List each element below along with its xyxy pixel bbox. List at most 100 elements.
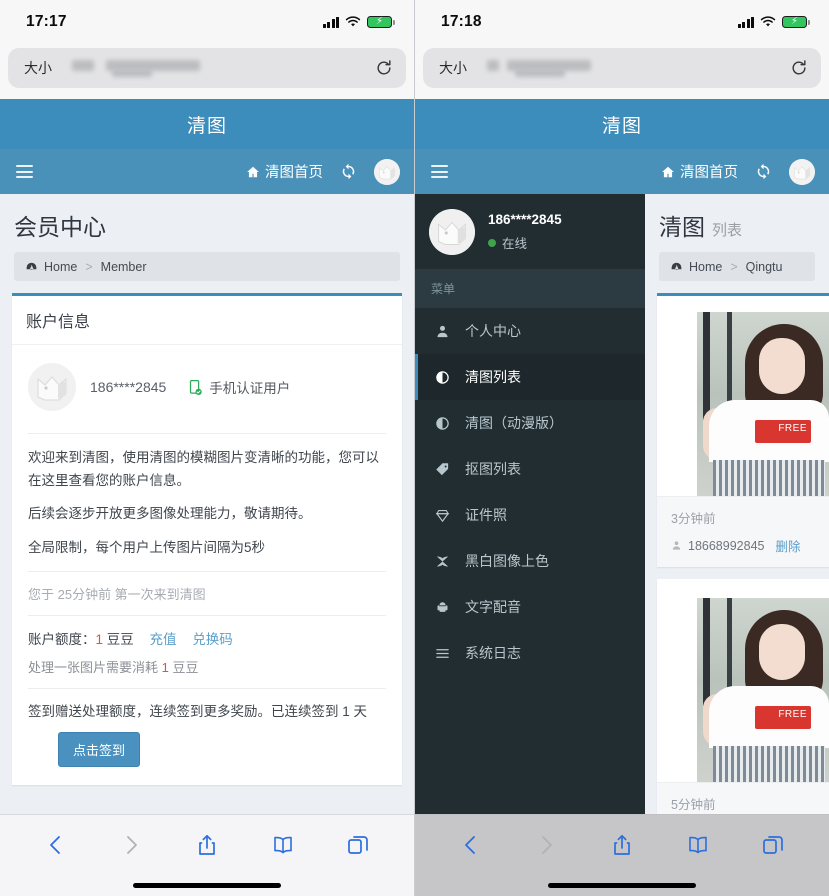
sidebar-item-label: 清图列表 <box>465 369 521 385</box>
tabs-icon[interactable] <box>761 833 785 857</box>
nav-home-label: 清图首页 <box>265 165 323 181</box>
left-browser-toolbar <box>0 814 414 896</box>
sidebar-user-panel[interactable]: 186****2845 在线 <box>415 194 645 269</box>
card-body: 186****2845 手机认证用户 欢迎来到清图，使用清图的模糊图片变清晰的功… <box>12 345 402 785</box>
text-size-button[interactable]: 大小 <box>24 58 52 78</box>
signin-button[interactable]: 点击签到 <box>58 731 141 767</box>
nav-home-label: 清图首页 <box>680 165 738 181</box>
list-item-image-wrap: FREE <box>657 296 829 496</box>
book-icon[interactable] <box>686 833 710 857</box>
chevron-left-icon[interactable] <box>459 833 483 857</box>
member-center-page: 会员中心 Home > Member 账户信息 186****2845 手机认证… <box>0 194 414 814</box>
url-text-redacted[interactable] <box>60 58 366 78</box>
user-avatar-icon[interactable] <box>789 158 815 185</box>
account-phone: 186****2845 <box>90 379 167 395</box>
status-time: 17:18 <box>441 13 482 30</box>
recharge-link[interactable]: 充值 <box>150 632 177 647</box>
intro-paragraph-1: 欢迎来到清图，使用清图的模糊图片变清晰的功能，您可以在这里查看您的账户信息。 <box>28 450 379 489</box>
list-item-image-wrap: FREE <box>657 582 829 782</box>
intro-paragraph-3: 全局限制，每个用户上传图片间隔为5秒 <box>28 539 266 555</box>
sidebar-user-meta: 186****2845 在线 <box>488 212 562 252</box>
quota-unit: 豆豆 <box>106 631 134 647</box>
right-browser-toolbar <box>415 814 829 896</box>
online-label: 在线 <box>502 237 528 251</box>
page-title-main: 清图 <box>659 214 705 240</box>
share-icon[interactable] <box>195 833 219 857</box>
address-bar[interactable]: 大小 <box>423 48 821 88</box>
reload-icon[interactable] <box>374 58 394 78</box>
battery-charging-icon: ⚡ <box>367 16 395 28</box>
book-icon[interactable] <box>271 833 295 857</box>
card-title: 账户信息 <box>12 296 402 345</box>
sidebar-item-text-to-speech[interactable]: 文字配音 <box>415 584 645 630</box>
photo-graphic: FREE <box>697 598 829 782</box>
sidebar-section-label: 菜单 <box>415 269 645 308</box>
hamburger-icon[interactable] <box>16 165 33 178</box>
breadcrumb-home[interactable]: Home <box>44 260 77 274</box>
right-phone-body: 186****2845 在线 菜单 个人中心 清图列表 清图（动漫版） 抠图列表… <box>415 194 829 814</box>
refresh-icon[interactable] <box>340 163 357 180</box>
status-indicators: ⚡ <box>322 16 395 28</box>
breadcrumb-current: Member <box>100 259 147 274</box>
breadcrumb-separator: > <box>85 259 93 274</box>
home-indicator[interactable] <box>548 882 696 888</box>
list-icon <box>434 646 451 661</box>
hamburger-icon[interactable] <box>431 165 448 178</box>
breadcrumb-home[interactable]: Home <box>689 260 722 274</box>
home-indicator[interactable] <box>133 882 281 888</box>
sidebar-item-label: 清图（动漫版） <box>465 415 563 431</box>
tag-icon <box>434 462 451 477</box>
tabs-icon[interactable] <box>346 833 370 857</box>
intro-paragraph-2: 后续会逐步开放更多图像处理能力，敬请期待。 <box>28 506 312 522</box>
redeem-code-link[interactable]: 兑换码 <box>192 632 233 647</box>
address-bar[interactable]: 大小 <box>8 48 406 88</box>
sidebar-item-cutout-list[interactable]: 抠图列表 <box>415 446 645 492</box>
nav-right-group: 清图首页 <box>246 158 400 185</box>
chevron-left-icon[interactable] <box>44 833 68 857</box>
list-item[interactable]: FREE 3分钟前 18668992845 删除 <box>657 293 829 567</box>
nav-home-link[interactable]: 清图首页 <box>661 161 738 182</box>
list-item[interactable]: FREE 5分钟前 <box>657 579 829 814</box>
page-title: 会员中心 <box>14 214 106 240</box>
sidebar-item-qingtu-anime[interactable]: 清图（动漫版） <box>415 400 645 446</box>
list-item-owner-row: 18668992845 删除 <box>671 536 829 555</box>
divider <box>28 433 386 434</box>
user-avatar-icon <box>28 363 76 411</box>
account-info-card: 账户信息 186****2845 手机认证用户 欢迎来到清图，使用清图的模糊图片… <box>12 293 402 785</box>
cost-prefix: 处理一张图片需要消耗 <box>28 659 162 675</box>
url-text-redacted[interactable] <box>475 58 781 78</box>
photo-graphic: FREE <box>697 312 829 496</box>
left-browser-bar: 大小 <box>0 44 414 99</box>
text-size-button[interactable]: 大小 <box>439 58 467 78</box>
quota-row: 账户额度：1 豆豆 充值 兑换码 <box>28 628 386 648</box>
sidebar-item-system-log[interactable]: 系统日志 <box>415 630 645 676</box>
share-icon[interactable] <box>610 833 634 857</box>
sidebar-item-bw-colorize[interactable]: 黑白图像上色 <box>415 538 645 584</box>
wifi-icon <box>345 16 361 27</box>
avatar-cat-graphic <box>789 158 815 185</box>
refresh-icon[interactable] <box>755 163 772 180</box>
cellular-bars-icon <box>737 16 754 28</box>
sidebar-item-id-photo[interactable]: 证件照 <box>415 492 645 538</box>
cellular-bars-icon <box>322 16 339 28</box>
status-badge: 手机认证用户 <box>188 377 290 397</box>
account-row: 186****2845 手机认证用户 <box>28 359 386 421</box>
delete-link[interactable]: 删除 <box>775 536 800 555</box>
dashboard-icon <box>671 262 682 270</box>
girl-photo-thumbnail[interactable]: FREE <box>671 306 829 496</box>
sidebar-item-label: 抠图列表 <box>465 461 521 477</box>
signin-note: 签到赠送处理额度，连续签到更多奖励。已连续签到 1 天 <box>28 703 368 719</box>
diamond-icon <box>434 508 451 523</box>
sidebar-item-label: 系统日志 <box>465 645 521 661</box>
avatar-cat-graphic <box>374 158 400 185</box>
sidebar-item-personal-center[interactable]: 个人中心 <box>415 308 645 354</box>
breadcrumb: Home > Member <box>14 252 400 281</box>
user-avatar-icon[interactable] <box>374 158 400 185</box>
app-title: 清图 <box>601 115 642 137</box>
sidebar-item-qingtu-list[interactable]: 清图列表 <box>415 354 645 400</box>
toolbar-icons <box>415 815 829 874</box>
list-item-owner: 18668992845 <box>688 538 765 553</box>
nav-home-link[interactable]: 清图首页 <box>246 161 323 182</box>
reload-icon[interactable] <box>789 58 809 78</box>
girl-photo-thumbnail[interactable]: FREE <box>671 592 829 782</box>
